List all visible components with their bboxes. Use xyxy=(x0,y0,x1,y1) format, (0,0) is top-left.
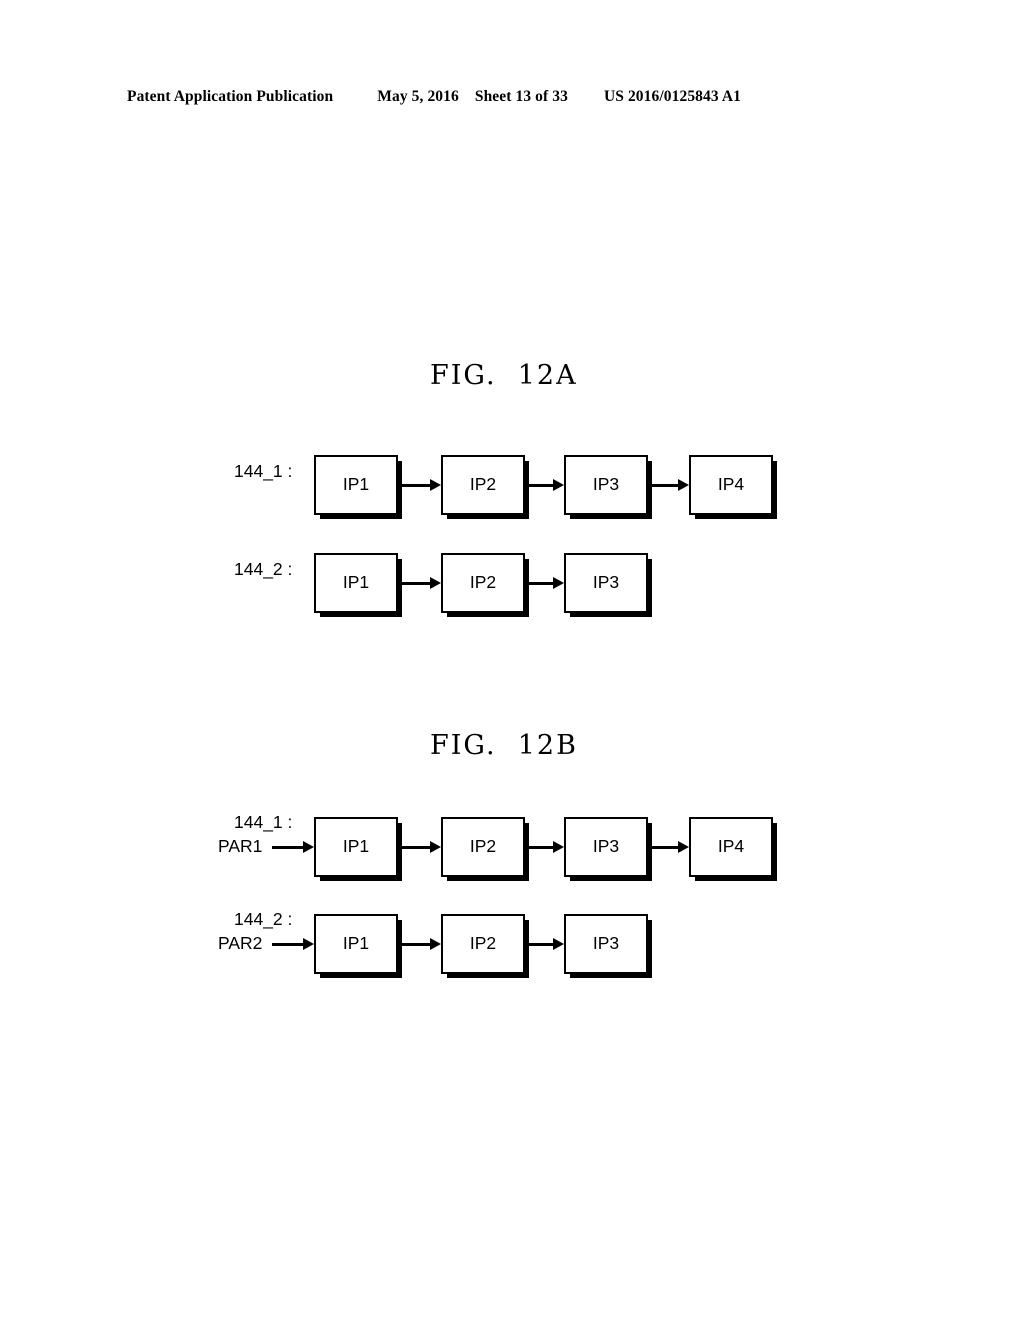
fig-12b-row1-arrow-3 xyxy=(651,841,689,853)
ip-box-label: IP3 xyxy=(592,933,620,954)
fig-12a-row1-box-ip4[interactable]: IP4 xyxy=(689,455,773,515)
ip-box-label: IP2 xyxy=(469,474,497,495)
fig-12b-row2-box-ip3[interactable]: IP3 xyxy=(564,914,648,974)
fig-12b-row-144-1-label: 144_1 : xyxy=(234,812,293,832)
ip-box-label: IP2 xyxy=(469,933,497,954)
ip-box-label: IP1 xyxy=(342,836,370,857)
fig-12a-row1-arrow-3 xyxy=(651,479,689,491)
fig-12b-row2-box-ip2[interactable]: IP2 xyxy=(441,914,525,974)
ip-box-label: IP1 xyxy=(342,933,370,954)
ip-box-label: IP3 xyxy=(592,474,620,495)
fig-12a-row-144-2-label: 144_2 : xyxy=(234,559,293,579)
fig-12a-row2-box-ip2[interactable]: IP2 xyxy=(441,553,525,613)
fig-12b-row2-box-ip1[interactable]: IP1 xyxy=(314,914,398,974)
fig-12b-row1-box-ip1[interactable]: IP1 xyxy=(314,817,398,877)
ip-box-label: IP2 xyxy=(469,836,497,857)
ip-box-label: IP1 xyxy=(342,474,370,495)
fig-12a-row1-arrow-1 xyxy=(401,479,441,491)
page-header: Patent Application Publication May 5, 20… xyxy=(127,88,917,110)
figure-12b-title: FIG. 12B xyxy=(430,730,578,761)
fig-12b-row2-input-arrow xyxy=(272,938,314,950)
fig-12b-row2-arrow-2 xyxy=(528,938,564,950)
fig-12a-row-144-1-label: 144_1 : xyxy=(234,461,293,481)
fig-12b-row2-arrow-1 xyxy=(401,938,441,950)
fig-12b-row-144-1-input-label: PAR1 xyxy=(218,836,263,856)
header-sheet-label: Sheet 13 of 33 xyxy=(474,88,568,105)
ip-box-label: IP4 xyxy=(717,836,745,857)
figure-12a-title: FIG. 12A xyxy=(430,360,578,391)
fig-12b-row1-box-ip2[interactable]: IP2 xyxy=(441,817,525,877)
fig-12a-row1-box-ip1[interactable]: IP1 xyxy=(314,455,398,515)
fig-12a-row2-box-ip1[interactable]: IP1 xyxy=(314,553,398,613)
fig-12b-row1-box-ip3[interactable]: IP3 xyxy=(564,817,648,877)
header-date-label: May 5, 2016 xyxy=(377,88,459,105)
fig-12b-row-144-2-label: 144_2 : xyxy=(234,909,293,929)
ip-box-label: IP2 xyxy=(469,572,497,593)
fig-12a-row2-arrow-1 xyxy=(401,577,441,589)
fig-12b-row-144-2-input-label: PAR2 xyxy=(218,933,263,953)
fig-12b-row1-arrow-2 xyxy=(528,841,564,853)
fig-12a-row1-box-ip2[interactable]: IP2 xyxy=(441,455,525,515)
fig-12b-row1-box-ip4[interactable]: IP4 xyxy=(689,817,773,877)
ip-box-label: IP1 xyxy=(342,572,370,593)
ip-box-label: IP3 xyxy=(592,836,620,857)
ip-box-label: IP4 xyxy=(717,474,745,495)
header-patent-number: US 2016/0125843 A1 xyxy=(603,88,741,105)
header-publication-label: Patent Application Publication xyxy=(127,88,334,105)
fig-12a-row2-arrow-2 xyxy=(528,577,564,589)
fig-12a-row1-box-ip3[interactable]: IP3 xyxy=(564,455,648,515)
fig-12b-row1-input-arrow xyxy=(272,841,314,853)
fig-12a-row1-arrow-2 xyxy=(528,479,564,491)
fig-12b-row1-arrow-1 xyxy=(401,841,441,853)
ip-box-label: IP3 xyxy=(592,572,620,593)
fig-12a-row2-box-ip3[interactable]: IP3 xyxy=(564,553,648,613)
